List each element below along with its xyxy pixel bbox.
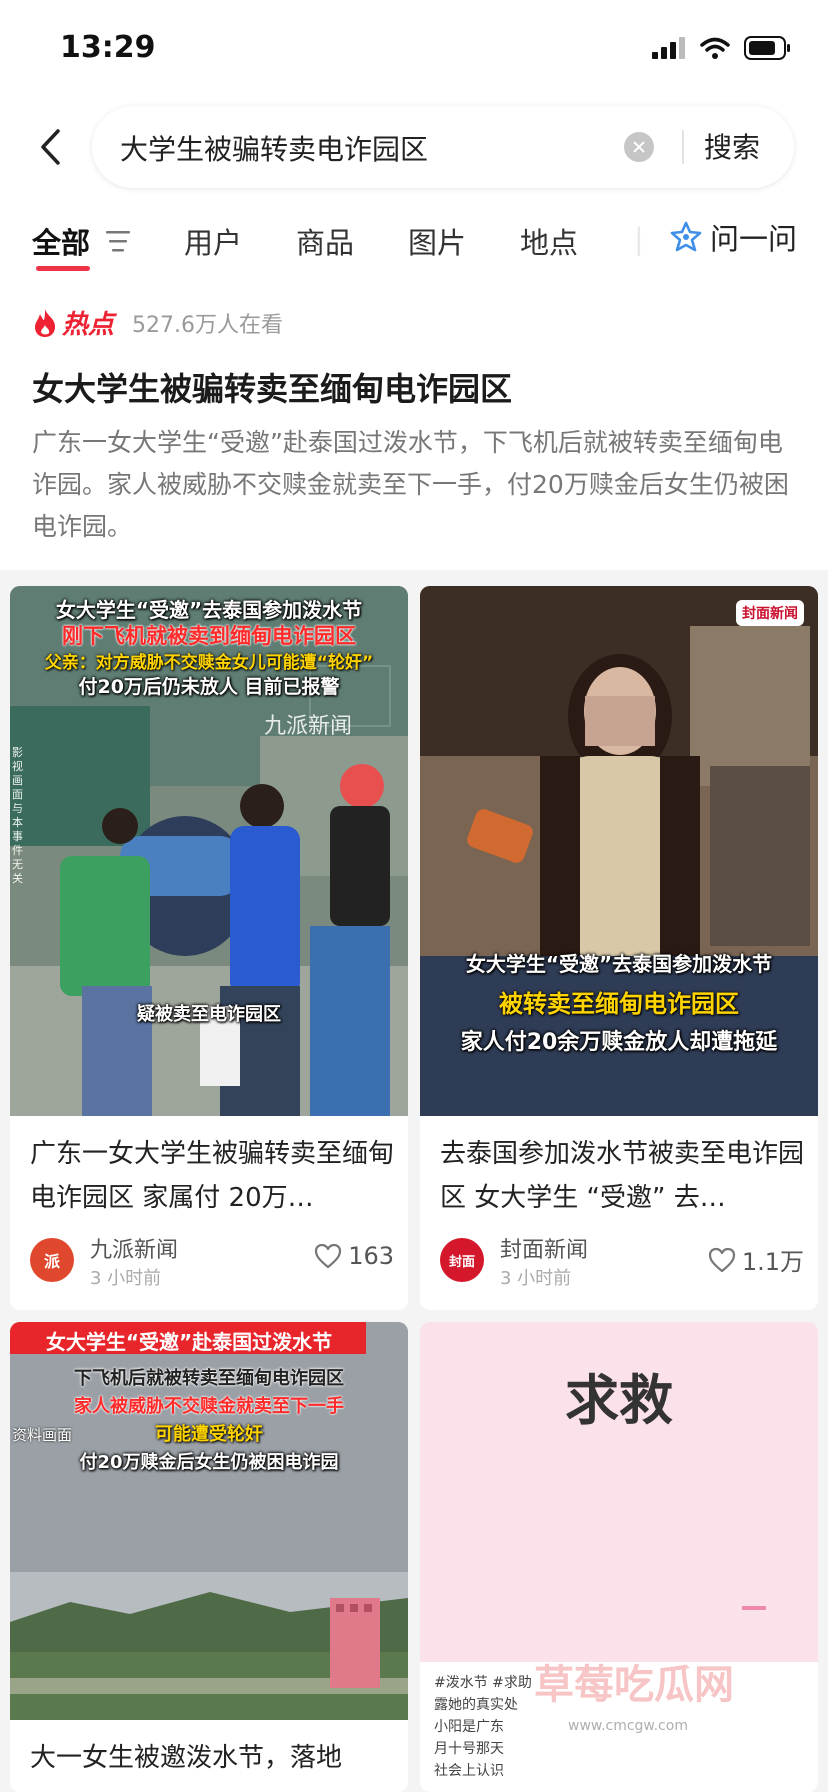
watermark-text: 草莓吃瓜网 bbox=[534, 1662, 734, 1708]
card-title: 去泰国参加泼水节被卖至电诈园区 女大学生 “受邀” 去… bbox=[440, 1139, 805, 1213]
heart-icon bbox=[708, 1247, 735, 1272]
active-tab-indicator bbox=[36, 266, 90, 271]
hot-topic-header: 热点 527.6万人在看 bbox=[32, 304, 283, 341]
result-card[interactable]: 女大学生“受邀”赴泰国过泼水节 下飞机后就被转卖至缅甸电诈园区 家人被威胁不交赎… bbox=[10, 1322, 408, 1792]
back-button[interactable] bbox=[30, 122, 70, 172]
ask-sparkle-icon bbox=[670, 221, 702, 252]
system-icons bbox=[652, 36, 792, 60]
status-time: 13:29 bbox=[60, 30, 156, 65]
thumbnail-badge: 封面新闻 bbox=[736, 600, 804, 626]
card-thumbnail: 女大学生“受邀”赴泰国过泼水节 下飞机后就被转卖至缅甸电诈园区 家人被威胁不交赎… bbox=[10, 1322, 408, 1720]
thumbnail-big-text: 求救 bbox=[565, 1369, 673, 1432]
like-count: 1.1万 bbox=[741, 1248, 804, 1276]
source-avatar[interactable]: 派 bbox=[30, 1238, 74, 1282]
tab-fade bbox=[620, 200, 670, 286]
thumbnail-side-note: 影视画面与本事件无关 bbox=[12, 746, 23, 885]
card-thumbnail: 封面新闻 女大学生“受邀”去泰国参加泼水节 被转卖至缅甸电诈园区 家人付20余万… bbox=[420, 586, 818, 1116]
thumbnail-caption: 刚下飞机就被卖到缅甸电诈园区 bbox=[62, 624, 356, 648]
viewer-count: 527.6万人在看 bbox=[132, 312, 283, 338]
ask-label: 问一问 bbox=[710, 222, 798, 256]
tab-products[interactable]: 商品 bbox=[296, 220, 354, 262]
tab-users[interactable]: 用户 bbox=[184, 220, 242, 262]
ask-button[interactable]: 问一问 bbox=[664, 216, 798, 258]
thumbnail-caption: 女大学生“受邀”去泰国参加泼水节 bbox=[55, 598, 363, 622]
search-input[interactable]: 大学生被骗转卖电诈园区 搜索 bbox=[92, 106, 794, 188]
like-button[interactable]: 163 bbox=[314, 1242, 394, 1270]
watermark-url: www.cmcgw.com bbox=[568, 1718, 688, 1734]
site-watermark: 草莓吃瓜网 www.cmcgw.com bbox=[508, 1648, 828, 1792]
thumbnail-caption: 被转卖至缅甸电诈园区 bbox=[499, 990, 739, 1018]
tab-all[interactable]: 全部 bbox=[32, 220, 90, 262]
card-thumbnail: 求救 bbox=[420, 1322, 818, 1662]
card-meta: 封面 封面新闻 3 小时前 1.1万 bbox=[440, 1232, 804, 1289]
heart-icon bbox=[315, 1243, 342, 1269]
thumbnail-caption: 付20万赎金后女生仍被困电诈园 bbox=[79, 1452, 339, 1473]
source-name[interactable]: 封面新闻 bbox=[500, 1232, 588, 1264]
source-avatar[interactable]: 封面 bbox=[440, 1238, 484, 1282]
battery-icon bbox=[744, 36, 790, 60]
card-title: 广东一女大学生被骗转卖至缅甸电诈园区 家属付 20万… bbox=[30, 1139, 395, 1213]
result-card[interactable]: 女大学生“受邀”去泰国参加泼水节 刚下飞机就被卖到缅甸电诈园区 父亲：对方威胁不… bbox=[10, 586, 408, 1310]
tab-places[interactable]: 地点 bbox=[520, 220, 578, 262]
thumbnail-caption: 家人付20余万赎金放人却遭拖延 bbox=[460, 1030, 778, 1055]
filter-icon[interactable] bbox=[106, 230, 132, 252]
post-time: 3 小时前 bbox=[90, 1268, 162, 1289]
source-name[interactable]: 九派新闻 bbox=[90, 1232, 178, 1264]
thumbnail-watermark: 九派新闻 bbox=[264, 714, 353, 739]
like-button[interactable]: 1.1万 bbox=[708, 1242, 804, 1277]
thumbnail-note: 资料画面 bbox=[12, 1426, 73, 1444]
search-button[interactable]: 搜索 bbox=[704, 126, 760, 166]
thumbnail-caption: 付20万后仍未放人 目前已报警 bbox=[78, 676, 340, 698]
card-thumbnail: 女大学生“受邀”去泰国参加泼水节 刚下飞机就被卖到缅甸电诈园区 父亲：对方威胁不… bbox=[10, 586, 408, 1116]
card-title: 大一女生被邀泼水节，落地 bbox=[30, 1743, 343, 1773]
thumbnail-caption: 女大学生“受邀”去泰国参加泼水节 bbox=[465, 952, 773, 976]
result-card[interactable]: 封面新闻 女大学生“受邀”去泰国参加泼水节 被转卖至缅甸电诈园区 家人付20余万… bbox=[420, 586, 818, 1310]
hot-label: 热点 bbox=[62, 310, 115, 340]
search-query: 大学生被骗转卖电诈园区 bbox=[120, 133, 429, 166]
signal-icon bbox=[652, 37, 685, 59]
clear-search-button[interactable] bbox=[624, 132, 654, 162]
thumbnail-caption: 父亲：对方威胁不交赎金女儿可能遭“轮奸” bbox=[44, 653, 374, 673]
wifi-icon bbox=[700, 37, 730, 59]
thumbnail-subtitle: 疑被卖至电诈园区 bbox=[137, 1004, 281, 1025]
back-arrow-icon bbox=[41, 129, 60, 165]
post-time: 3 小时前 bbox=[500, 1268, 572, 1289]
thumbnail-caption: 下飞机后就被转卖至缅甸电诈园区 bbox=[74, 1368, 344, 1389]
flame-icon bbox=[35, 308, 56, 337]
result-tabs: 全部 用户 商品 图片 地点 | 问一问 bbox=[0, 200, 828, 286]
hot-topic-card[interactable]: 热点 527.6万人在看 女大学生被骗转卖至缅甸电诈园区 广东一女大学生“受邀”… bbox=[0, 286, 828, 570]
status-bar: 13:29 bbox=[0, 0, 828, 100]
tab-images[interactable]: 图片 bbox=[408, 220, 466, 262]
hot-topic-title: 女大学生被骗转卖至缅甸电诈园区 bbox=[32, 370, 513, 408]
card-meta: 派 九派新闻 3 小时前 163 bbox=[30, 1232, 394, 1289]
thumbnail-caption: 女大学生“受邀”赴泰国过泼水节 bbox=[45, 1330, 333, 1354]
search-divider bbox=[682, 130, 684, 164]
thumbnail-mark bbox=[742, 1606, 766, 1610]
like-count: 163 bbox=[348, 1242, 394, 1270]
hot-topic-description: 广东一女大学生“受邀”赴泰国过泼水节，下飞机后就被转卖至缅甸电诈园。家人被威胁不… bbox=[32, 428, 789, 541]
search-bar-row: 大学生被骗转卖电诈园区 搜索 bbox=[0, 100, 828, 200]
thumbnail-caption: 家人被威胁不交赎金就卖至下一手 bbox=[74, 1396, 344, 1417]
